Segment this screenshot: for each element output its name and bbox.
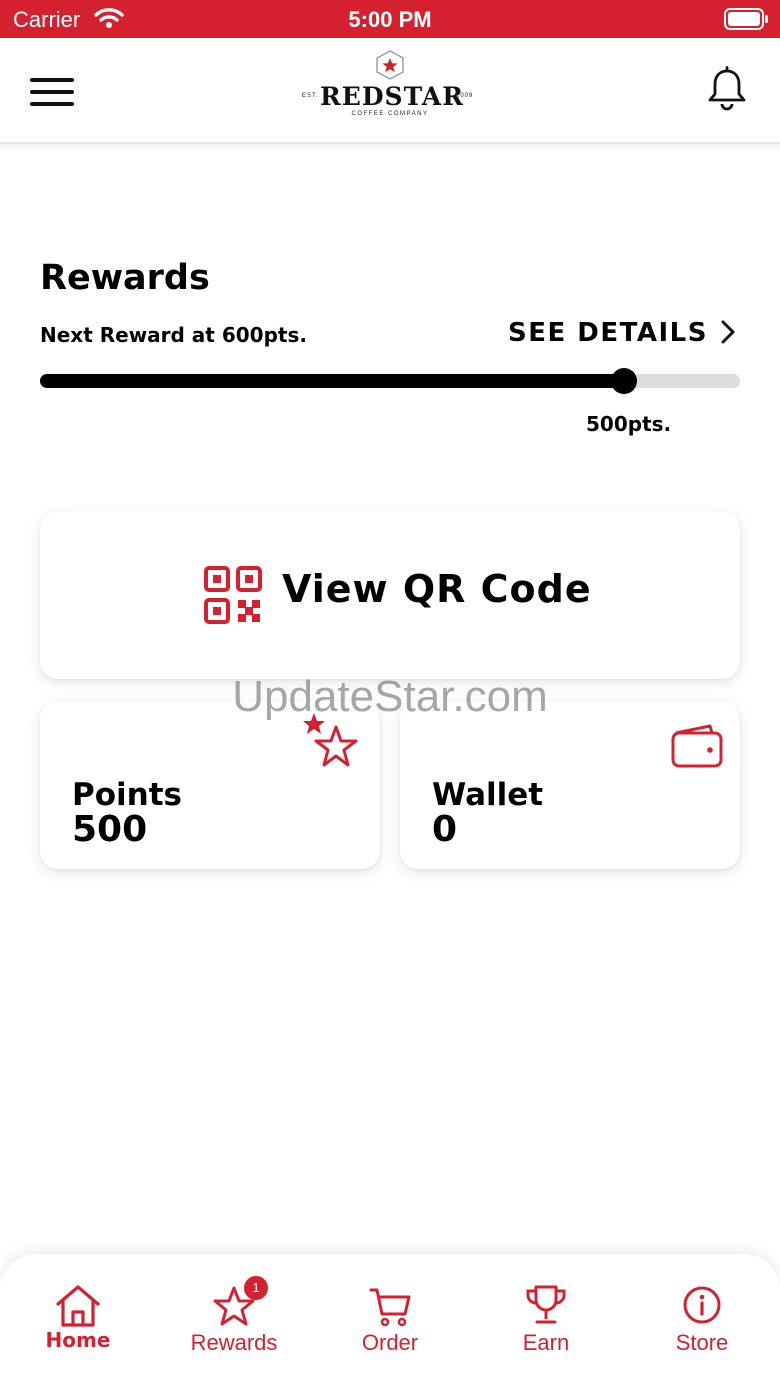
tab-home-label: Home [45, 1328, 111, 1352]
view-qr-code-label: View QR Code [282, 567, 592, 611]
tab-store[interactable]: Store [624, 1254, 780, 1387]
chevron-right-icon[interactable] [718, 318, 738, 346]
view-qr-code-button[interactable]: View QR Code [40, 511, 740, 679]
redstar-logo: EST. REDSTAR 2009 COFFEE COMPANY [298, 50, 482, 120]
points-value: 500 [72, 809, 148, 850]
tab-home[interactable]: Home [0, 1254, 156, 1387]
home-icon [56, 1285, 100, 1327]
rewards-heading: Rewards [40, 258, 210, 298]
wallet-card[interactable]: Wallet 0 [400, 701, 740, 869]
watermark: UpdateStar.com [232, 672, 548, 721]
logo-est: EST. [302, 93, 319, 99]
tab-rewards[interactable]: 1 Rewards [156, 1254, 312, 1387]
qr-code-icon [204, 566, 262, 624]
info-icon [683, 1286, 721, 1324]
tab-earn-label: Earn [522, 1330, 570, 1355]
rewards-progress-knob [610, 368, 637, 394]
tab-store-label: Store [675, 1330, 729, 1355]
rewards-badge: 1 [244, 1276, 268, 1300]
see-details-link[interactable]: SEE DETAILS [508, 318, 708, 348]
wallet-icon [671, 724, 723, 768]
rewards-progress-fill [40, 374, 624, 388]
star-emblem-icon [376, 50, 404, 80]
menu-icon[interactable] [30, 76, 76, 108]
tab-earn[interactable]: Earn [468, 1254, 624, 1387]
points-title: Points [72, 777, 182, 813]
points-card[interactable]: Points 500 [40, 701, 380, 869]
status-time: 5:00 PM [348, 7, 432, 32]
tab-rewards-label: Rewards [190, 1330, 278, 1355]
bell-icon[interactable] [706, 66, 748, 112]
wallet-value: 0 [432, 809, 458, 850]
cart-icon [369, 1288, 411, 1327]
tab-order-label: Order [361, 1330, 419, 1355]
app-header: EST. REDSTAR 2009 COFFEE COMPANY [0, 38, 780, 144]
next-reward-text: Next Reward at 600pts. [40, 323, 307, 347]
battery-icon [724, 8, 768, 30]
wallet-title: Wallet [432, 777, 544, 813]
logo-year: 2009 [456, 93, 474, 99]
logo-subtitle: COFFEE COMPANY [351, 111, 429, 117]
rewards-progress-bar [40, 368, 740, 394]
bottom-tab-bar: Home 1 Rewards Order Earn Store [0, 1254, 780, 1387]
current-points-label: 500pts. [586, 412, 672, 436]
status-bar: Carrier 5:00 PM [0, 0, 780, 38]
tab-order[interactable]: Order [312, 1254, 468, 1387]
trophy-icon [526, 1285, 566, 1324]
logo-name: REDSTAR [320, 82, 464, 111]
